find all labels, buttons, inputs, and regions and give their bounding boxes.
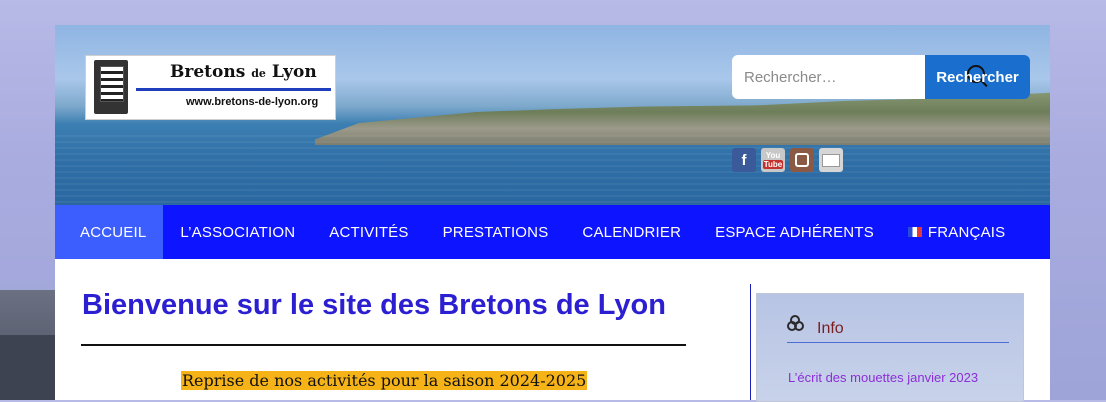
email-icon[interactable] bbox=[819, 148, 843, 172]
nav-item-activites[interactable]: ACTIVITÉS bbox=[312, 205, 425, 259]
search-input[interactable] bbox=[732, 55, 925, 99]
nav-item-espace-adherents[interactable]: ESPACE ADHÉRENTS bbox=[698, 205, 891, 259]
main-content: Bienvenue sur le site des Bretons de Lyo… bbox=[55, 259, 1050, 402]
site-header: Bretons de Lyon www.bretons-de-lyon.org … bbox=[55, 25, 1050, 205]
social-links: f You Tube bbox=[732, 148, 843, 172]
widget-title: Info bbox=[817, 320, 844, 337]
nav-item-calendrier[interactable]: CALENDRIER bbox=[565, 205, 698, 259]
search-form: Rechercher bbox=[732, 55, 1030, 99]
widget-divider bbox=[787, 342, 1009, 343]
search-button-label: Rechercher bbox=[936, 68, 1019, 86]
logo-title: Bretons de Lyon bbox=[170, 62, 317, 82]
widget-link[interactable]: L’écrit des mouettes janvier 2023 bbox=[788, 369, 988, 387]
main-nav: ACCUEIL L’ASSOCIATION ACTIVITÉS PRESTATI… bbox=[55, 205, 1050, 259]
nav-item-accueil[interactable]: ACCUEIL bbox=[55, 205, 164, 259]
header-sea-image bbox=[55, 135, 1050, 205]
youtube-icon[interactable]: You Tube bbox=[761, 148, 785, 172]
page-container: Bretons de Lyon www.bretons-de-lyon.org … bbox=[55, 25, 1050, 402]
nav-item-association[interactable]: L’ASSOCIATION bbox=[163, 205, 312, 259]
background-roof bbox=[0, 335, 55, 400]
logo-flag-icon bbox=[100, 66, 124, 102]
page-title: Bienvenue sur le site des Bretons de Lyo… bbox=[82, 289, 666, 321]
info-widget: Info L’écrit des mouettes janvier 2023 bbox=[756, 293, 1024, 402]
nav-item-language[interactable]: FRANÇAIS bbox=[891, 205, 1022, 259]
flag-france-icon bbox=[907, 227, 922, 237]
search-button[interactable]: Rechercher bbox=[925, 55, 1030, 99]
triskel-icon bbox=[787, 315, 804, 331]
season-announcement: Reprise de nos activités pour la saison … bbox=[181, 371, 588, 390]
nav-item-prestations[interactable]: PRESTATIONS bbox=[426, 205, 566, 259]
logo-bar bbox=[136, 88, 331, 91]
language-label: FRANÇAIS bbox=[927, 223, 1006, 241]
facebook-icon[interactable]: f bbox=[732, 148, 756, 172]
sidebar-divider bbox=[750, 284, 751, 400]
instagram-icon[interactable] bbox=[790, 148, 814, 172]
logo-url: www.bretons-de-lyon.org bbox=[186, 96, 319, 108]
site-logo[interactable]: Bretons de Lyon www.bretons-de-lyon.org bbox=[85, 55, 336, 120]
title-divider bbox=[81, 344, 686, 346]
